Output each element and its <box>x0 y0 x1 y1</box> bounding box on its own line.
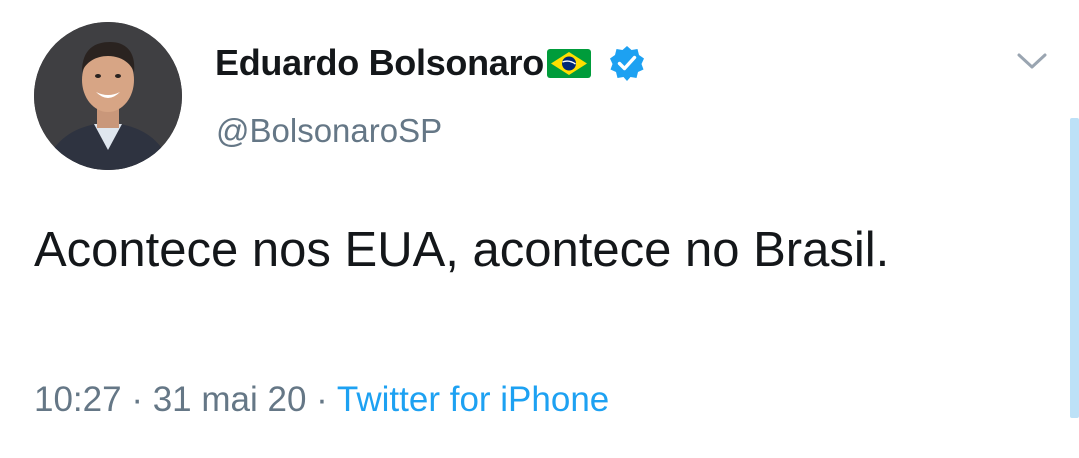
meta-separator: · <box>316 380 328 419</box>
author-handle[interactable]: @BolsonaroSP <box>216 112 442 150</box>
tweet-meta: 10:27 · 31 mai 20 · Twitter for iPhone <box>34 380 609 420</box>
tweet-source-link[interactable]: Twitter for iPhone <box>337 380 609 419</box>
display-name[interactable]: Eduardo Bolsonaro <box>215 42 544 84</box>
verified-badge-icon <box>608 44 646 82</box>
meta-separator: · <box>131 380 143 419</box>
tweet-text: Acontece nos EUA, acontece no Brasil. <box>34 223 890 277</box>
brazil-flag-icon <box>546 47 592 80</box>
scrollbar[interactable] <box>1070 118 1079 418</box>
tweet-date[interactable]: 31 mai 20 <box>153 380 307 419</box>
avatar-photo <box>34 22 182 170</box>
avatar[interactable] <box>34 22 182 170</box>
chevron-down-icon[interactable] <box>1013 44 1051 78</box>
tweet-time[interactable]: 10:27 <box>34 380 122 419</box>
author-name-row[interactable]: Eduardo Bolsonaro <box>215 40 646 86</box>
tweet-card: Eduardo Bolsonaro @BolsonaroSP Acontece … <box>0 0 1079 458</box>
